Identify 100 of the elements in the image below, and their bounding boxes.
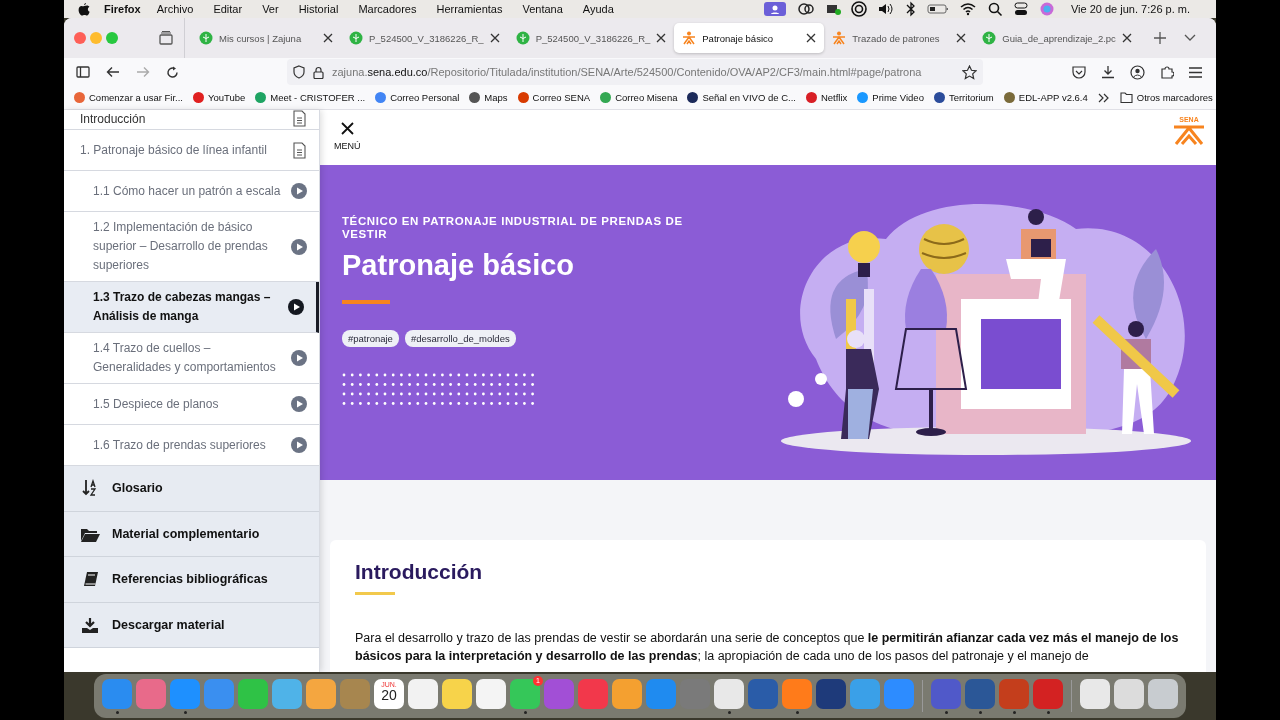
siri-icon[interactable] bbox=[1038, 1, 1055, 17]
bookmark[interactable]: Netflix bbox=[805, 92, 848, 103]
app-icon[interactable] bbox=[714, 678, 744, 709]
battery-icon[interactable] bbox=[926, 1, 949, 17]
browser-tab[interactable]: P_524500_V_3186226_R_ bbox=[341, 23, 508, 53]
sidebar-section[interactable]: Referencias bibliográficas bbox=[64, 557, 319, 603]
sidebar-item[interactable]: 1.4 Trazo de cuellos – Generalidades y comportamientos bbox=[64, 333, 319, 384]
app-icon[interactable] bbox=[442, 678, 472, 709]
sidebar-item[interactable]: 1. Patronaje básico de línea infantil bbox=[64, 130, 319, 171]
close-window-button[interactable] bbox=[74, 32, 86, 44]
wifi-icon[interactable] bbox=[958, 1, 977, 17]
browser-tab[interactable]: Trazado de patrones bbox=[824, 23, 975, 53]
menu-item[interactable]: Ayuda bbox=[582, 3, 614, 15]
app-icon[interactable] bbox=[1114, 678, 1144, 709]
leaf-favicon-icon bbox=[349, 31, 363, 45]
lock-icon bbox=[313, 65, 324, 79]
tag[interactable]: #patronaje bbox=[342, 330, 399, 347]
app-icon[interactable] bbox=[1080, 678, 1110, 709]
sidebar-item[interactable]: 1.1 Cómo hacer un patrón a escala bbox=[64, 171, 319, 212]
browser-tab[interactable]: Guia_de_aprendizaje_2.pc bbox=[974, 23, 1140, 53]
menu-item[interactable]: Ver bbox=[262, 3, 279, 15]
close-icon[interactable] bbox=[323, 33, 333, 43]
close-icon[interactable] bbox=[806, 33, 817, 43]
play-circle-icon bbox=[288, 299, 304, 315]
close-icon[interactable] bbox=[656, 33, 667, 43]
app-icon[interactable] bbox=[612, 678, 642, 709]
browser-tab[interactable]: Mis cursos | Zajuna bbox=[191, 23, 341, 53]
sidebar-section[interactable]: Glosario bbox=[64, 466, 319, 512]
sidebar-section[interactable]: Material complementario bbox=[64, 511, 319, 557]
sidebar-icon[interactable] bbox=[76, 66, 90, 78]
bookmark[interactable]: Señal en VIVO de C... bbox=[687, 92, 796, 103]
pocket-icon[interactable] bbox=[1072, 65, 1086, 79]
menu-close-button[interactable]: MENÚ bbox=[334, 122, 361, 151]
bookmark[interactable]: Correo Misena bbox=[600, 92, 678, 103]
app-icon[interactable] bbox=[408, 678, 438, 709]
account-icon[interactable] bbox=[1130, 64, 1145, 80]
chevron-down-icon[interactable] bbox=[1183, 34, 1196, 42]
menu-item[interactable]: Marcadores bbox=[358, 3, 417, 15]
bookmark[interactable]: Maps bbox=[469, 92, 508, 103]
app-menu[interactable]: Firefox bbox=[104, 3, 141, 15]
sidebar-item[interactable]: 1.5 Despiece de planos bbox=[64, 384, 319, 425]
apple-logo-icon[interactable] bbox=[78, 2, 90, 16]
tab-overview-icon[interactable] bbox=[158, 30, 174, 46]
tab-title: Patronaje básico bbox=[702, 32, 775, 44]
star-icon[interactable] bbox=[962, 64, 977, 80]
download-icon[interactable] bbox=[1101, 65, 1115, 79]
clock[interactable]: Vie 20 de jun. 7:26 p. m. bbox=[1070, 3, 1190, 15]
bookmark[interactable]: Correo Personal bbox=[375, 92, 460, 103]
back-arrow-icon[interactable] bbox=[106, 66, 120, 78]
menu-item[interactable]: Ventana bbox=[522, 3, 563, 15]
close-icon[interactable] bbox=[956, 33, 967, 43]
sidebar-item[interactable]: Introducción bbox=[64, 110, 319, 130]
target-icon[interactable] bbox=[850, 1, 867, 17]
app-icon[interactable] bbox=[1148, 678, 1178, 709]
bookmark[interactable]: EDL-APP v2.6.4 bbox=[1003, 92, 1088, 103]
page-title: Patronaje básico bbox=[342, 249, 576, 282]
menu-item[interactable]: Editar bbox=[213, 3, 243, 15]
bookmark[interactable]: Territorium bbox=[933, 92, 994, 103]
leaf-favicon-icon bbox=[199, 31, 213, 45]
sidebar-item[interactable]: 1.3 Trazo de cabezas mangas – Análisis de manga bbox=[64, 282, 319, 333]
tab-title: Guia_de_aprendizaje_2.pc bbox=[1002, 32, 1116, 44]
tab-title: P_524500_V_3186226_R_ bbox=[369, 32, 484, 44]
app-icon[interactable] bbox=[476, 678, 506, 709]
close-icon bbox=[340, 122, 354, 135]
sidebar-section[interactable]: Descargar material bbox=[64, 602, 319, 648]
control-center-icon[interactable] bbox=[1012, 1, 1029, 17]
close-icon[interactable] bbox=[1121, 33, 1132, 43]
play-circle-icon bbox=[291, 238, 307, 255]
search-icon[interactable] bbox=[986, 1, 1003, 17]
paragraph: Para el desarrollo y trazo de las prendas de vestir se abordarán una serie de conceptos que le permitirán afianzar cada vez más el manejo de los básicos para la interpretación y desarrollo de las prendas; la apropiación de cada uno de los pasos del patronaje y el manejo de bbox=[355, 630, 1180, 665]
address-bar[interactable]: zajuna.sena.edu.co/Repositorio/Titulada/institution/SENA/Arte/524500/Contenido/OVA/AP2/CF3/main.html#page/patrona bbox=[287, 59, 983, 85]
bookmark-folder[interactable]: Otros marcadores bbox=[1119, 92, 1213, 103]
section-heading: Introducción bbox=[355, 560, 484, 584]
menu-item[interactable]: Herramientas bbox=[436, 3, 503, 15]
tab-title: Mis cursos | Zajuna bbox=[219, 32, 303, 44]
volume-icon[interactable] bbox=[876, 1, 893, 17]
new-tab-icon[interactable] bbox=[1153, 32, 1166, 44]
bookmark[interactable]: Meet - CRISTOFER ... bbox=[255, 92, 366, 103]
app-icon[interactable] bbox=[816, 678, 846, 709]
app-icon[interactable] bbox=[306, 678, 336, 709]
menu-item[interactable]: Historial bbox=[298, 3, 339, 15]
bookmark[interactable]: Correo SENA bbox=[517, 92, 591, 103]
app-icon[interactable] bbox=[510, 678, 540, 709]
cloud-sync-icon[interactable] bbox=[796, 1, 815, 17]
accent-bar bbox=[342, 300, 390, 304]
browser-tab[interactable]: Patronaje básico bbox=[674, 23, 825, 53]
leaf-favicon-icon bbox=[982, 31, 997, 45]
close-icon[interactable] bbox=[489, 33, 500, 43]
browser-tab[interactable]: P_524500_V_3186226_R_ bbox=[507, 23, 675, 53]
menu-icon[interactable] bbox=[1189, 66, 1202, 78]
bookmark[interactable]: YouTube bbox=[193, 92, 246, 103]
menu-item[interactable]: Archivo bbox=[156, 3, 194, 15]
reload-icon[interactable] bbox=[166, 65, 179, 79]
screen-share-icon[interactable] bbox=[762, 1, 787, 17]
bookmark[interactable]: Prime Video bbox=[857, 92, 924, 103]
tab-title: Trazado de patrones bbox=[852, 32, 941, 44]
chevron-double-right-icon[interactable] bbox=[1097, 92, 1110, 103]
puzzle-piece-icon[interactable] bbox=[1160, 65, 1174, 79]
tag[interactable]: #desarrollo_de_moldes bbox=[404, 330, 516, 347]
bookmark[interactable]: Comenzar a usar Fir... bbox=[74, 92, 183, 103]
